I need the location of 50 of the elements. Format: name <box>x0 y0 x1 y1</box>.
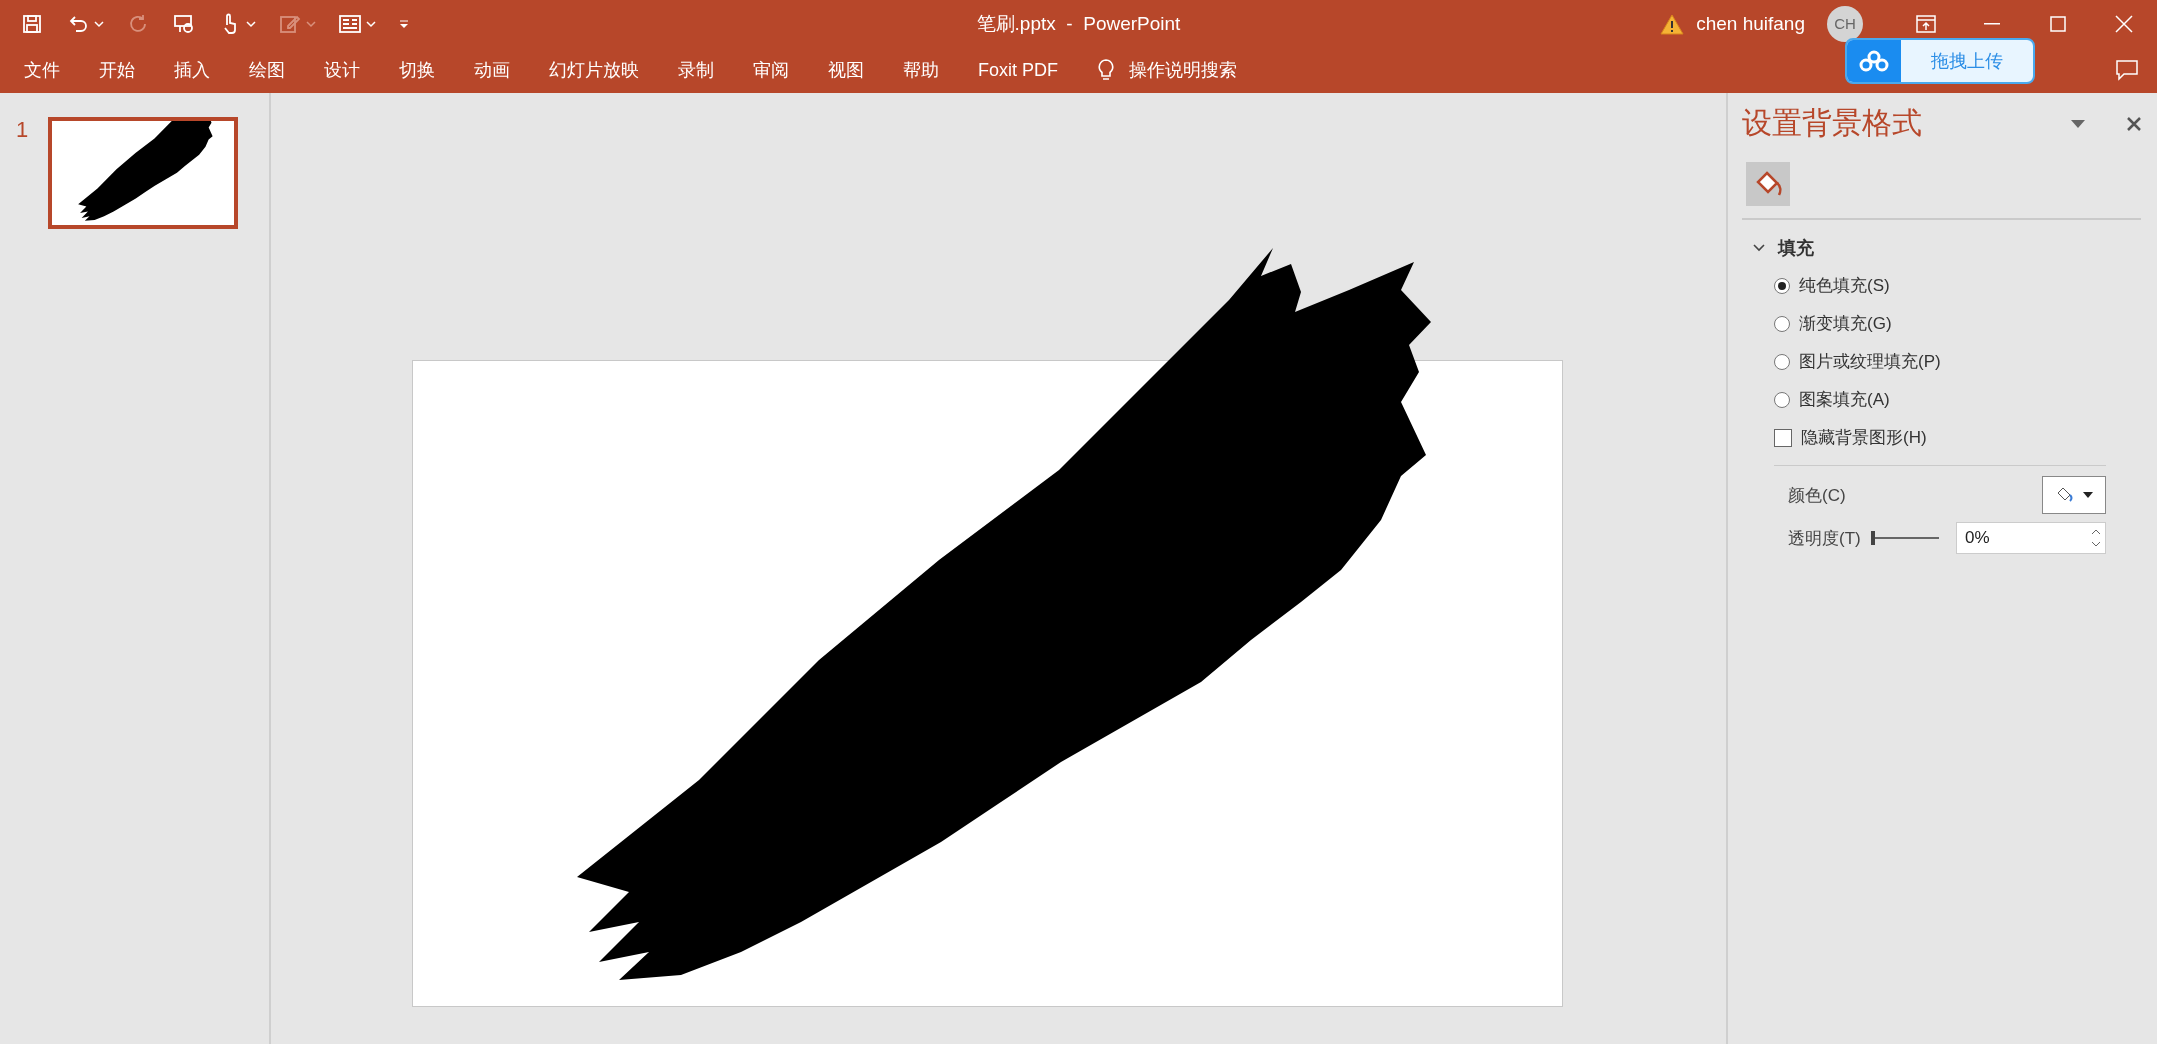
color-label: 颜色(C) <box>1788 484 1846 507</box>
tell-me-search[interactable]: 操作说明搜索 <box>1129 58 1237 82</box>
ribbon-tab[interactable]: 开始 <box>99 58 135 82</box>
slide-thumbnail[interactable] <box>48 117 239 229</box>
ribbon-display-icon[interactable] <box>1916 14 1936 33</box>
slider-thumb[interactable] <box>1870 531 1875 545</box>
ribbon-tab[interactable]: 切换 <box>399 58 435 82</box>
fill-tab[interactable] <box>1746 162 1790 206</box>
minimize-icon[interactable] <box>1984 22 2000 25</box>
radio-button[interactable] <box>1774 315 1790 332</box>
ribbon-tab[interactable]: 录制 <box>678 58 714 82</box>
option-label: 图案填充(A) <box>1799 389 1890 411</box>
section-header[interactable]: 填充 <box>1752 236 2141 260</box>
comments-icon[interactable] <box>2115 59 2139 81</box>
ribbon-tab[interactable]: 文件 <box>24 58 60 82</box>
user-name[interactable]: chen huifang <box>1696 12 1805 35</box>
lightbulb-icon[interactable] <box>1097 58 1115 82</box>
radio-button[interactable] <box>1774 277 1790 294</box>
radio-button[interactable] <box>1774 353 1790 370</box>
caret-icon <box>2083 492 2093 498</box>
ribbon-tab[interactable]: 动画 <box>474 58 510 82</box>
ribbon-tab[interactable]: 设计 <box>324 58 360 82</box>
option-label: 纯色填充(S) <box>1799 275 1890 297</box>
ribbon-tab[interactable]: 审阅 <box>753 58 789 82</box>
pane-title: 设置背景格式 <box>1742 105 1923 141</box>
transparency-field[interactable]: 0% <box>1956 522 2106 554</box>
checkbox[interactable] <box>1774 428 1792 447</box>
transparency-label: 透明度(T) <box>1788 527 1861 550</box>
maximize-icon[interactable] <box>2050 15 2066 32</box>
ribbon-tab[interactable]: 帮助 <box>903 58 939 82</box>
checkbox-label: 隐藏背景图形(H) <box>1801 427 1927 449</box>
color-picker-button[interactable] <box>2042 476 2106 514</box>
option-label: 渐变填充(G) <box>1799 313 1892 335</box>
warning-icon[interactable] <box>1660 12 1685 35</box>
ribbon-tab[interactable]: 绘图 <box>249 58 285 82</box>
upload-button[interactable]: 拖拽上传 <box>1845 38 2035 84</box>
slide-number: 1 <box>16 117 29 143</box>
window-title: 笔刷.pptx - PowerPoint <box>976 11 1181 36</box>
cloud-icon <box>1858 49 1890 73</box>
user-avatar[interactable]: CH <box>1827 5 1863 42</box>
customize-icon[interactable] <box>398 17 410 30</box>
option-label: 图片或纹理填充(P) <box>1799 351 1941 373</box>
ribbon-tab[interactable]: 视图 <box>828 58 864 82</box>
radio-button[interactable] <box>1774 391 1790 408</box>
ribbon-tab[interactable]: 幻灯片放映 <box>549 58 639 82</box>
spinner-arrows-icon[interactable] <box>2091 528 2101 548</box>
ribbon-tab[interactable]: Foxit PDF <box>978 59 1058 81</box>
pane-options-icon[interactable] <box>2071 119 2085 128</box>
close-icon[interactable] <box>2127 116 2141 131</box>
ribbon-tab[interactable]: 插入 <box>174 58 210 82</box>
